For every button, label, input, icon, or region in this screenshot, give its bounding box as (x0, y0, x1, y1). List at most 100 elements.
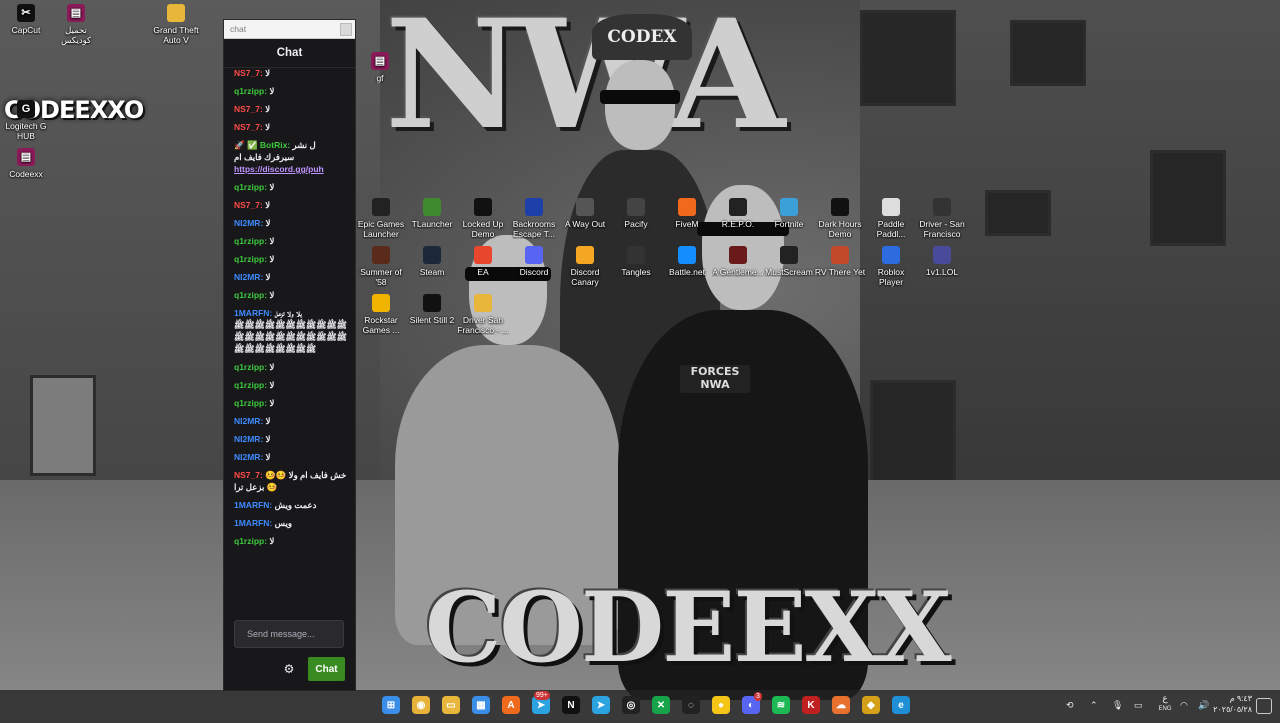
chat-message-text: لا (265, 452, 271, 462)
chrome-icon[interactable]: ◉ (412, 696, 430, 714)
desktop-icon-1v1-lol[interactable]: 1v1.LOL (916, 246, 968, 277)
app-icon-yellow[interactable]: ● (712, 696, 730, 714)
chat-username[interactable]: q1rzipp: (234, 86, 267, 96)
chat-username[interactable]: q1rzipp: (234, 536, 267, 546)
chat-username[interactable]: NI2MR: (234, 452, 263, 462)
chat-send-button[interactable]: Chat (308, 657, 345, 681)
chat-username[interactable]: NS7_7: (234, 122, 263, 132)
telegram-icon-2[interactable]: ➤ (592, 696, 610, 714)
chat-username[interactable]: q1rzipp: (234, 236, 267, 246)
desktop-icon-paddle-paddl[interactable]: Paddle Paddl... (865, 198, 917, 239)
desktop-icon-codex-download[interactable]: ▤ تحميل كوديكس (50, 4, 102, 45)
chat-username[interactable]: 1MARFN: (234, 518, 272, 528)
ms-store-icon-glyph: ▦ (476, 699, 486, 711)
chat-message-text: لا (269, 290, 275, 300)
chat-username[interactable]: q1rzipp: (234, 254, 267, 264)
tray-language[interactable]: ع ENG (1158, 693, 1172, 723)
desktop-icon-gta-v[interactable]: Grand Theft Auto V (150, 4, 202, 45)
chat-username[interactable]: q1rzipp: (234, 380, 267, 390)
desktop-icon-summer-of-58[interactable]: Summer of '58 (355, 246, 407, 287)
tray-wifi-icon[interactable]: ◠ (1180, 690, 1188, 720)
chat-username[interactable]: q1rzipp: (234, 398, 267, 408)
chat-username[interactable]: q1rzipp: (234, 290, 267, 300)
winrar-icon: ▤ (371, 52, 389, 70)
chat-input-box[interactable] (234, 620, 344, 648)
chat-message: NS7_7: لا (224, 118, 355, 136)
desktop-icon-fortnite[interactable]: Fortnite (763, 198, 815, 229)
tray-battery-icon[interactable]: ▭ (1134, 690, 1143, 720)
notification-icon[interactable] (1256, 698, 1272, 714)
chat-username[interactable]: NI2MR: (234, 218, 263, 228)
chat-username[interactable]: 1MARFN: (234, 500, 272, 510)
desktop-icon-a-gentleme[interactable]: A Gentleme... (712, 246, 764, 277)
chat-message-input[interactable] (235, 621, 343, 647)
capcut-icon: ✂ (17, 4, 35, 22)
xbox-icon[interactable]: ✕ (652, 696, 670, 714)
desktop-icon-mustscream[interactable]: MustScream (763, 246, 815, 277)
desktop-icon-a-way-out[interactable]: A Way Out (559, 198, 611, 229)
tray-mic-icon[interactable]: 🎙 (1112, 690, 1123, 720)
desktop-icon-rv-there-yet[interactable]: RV There Yet (814, 246, 866, 277)
chat-message-list[interactable]: NS7_7: لا q1rzipp: لا NS7_7: لا NS7_7: لا 🚀 … (224, 64, 355, 624)
spotify-icon[interactable]: ≋ (772, 696, 790, 714)
capture-icon[interactable]: ◌ (682, 696, 700, 714)
desktop-icon-backrooms-escape-t[interactable]: Backrooms Escape T... (508, 198, 560, 239)
netflix-icon[interactable]: N (562, 696, 580, 714)
desktop-icon-ea[interactable]: EA (457, 246, 509, 277)
desktop-icon-roblox-player[interactable]: Roblox Player (865, 246, 917, 287)
game-icon[interactable]: ◆ (862, 696, 880, 714)
tray-volume-icon[interactable]: 🔊 (1198, 690, 1209, 720)
chat-message: q1rzipp: لا (224, 250, 355, 268)
desktop-icon-silent-still-2[interactable]: Silent Still 2 (406, 294, 458, 325)
file-explorer-icon[interactable]: ▭ (442, 696, 460, 714)
chat-search-bar[interactable]: chat (224, 20, 355, 39)
chat-username[interactable]: NI2MR: (234, 272, 263, 282)
cloud-icon[interactable]: ☁ (832, 696, 850, 714)
desktop-icon-discord[interactable]: Discord (508, 246, 560, 277)
chat-username[interactable]: NI2MR: (234, 434, 263, 444)
fivem-icon[interactable]: A (502, 696, 520, 714)
desktop-icon-driver-san-francisco[interactable]: Driver San Francisco - ... (457, 294, 509, 335)
chat-username[interactable]: NS7_7: (234, 470, 263, 480)
tray-language-sub: ENG (1158, 706, 1172, 712)
chat-username[interactable]: BotRix: (260, 140, 290, 150)
kick-icon[interactable]: K (802, 696, 820, 714)
chat-search-button[interactable] (340, 23, 352, 36)
desktop-icon-dark-hours-demo[interactable]: Dark Hours Demo (814, 198, 866, 239)
chat-username[interactable]: q1rzipp: (234, 362, 267, 372)
wallpaper-window (30, 375, 96, 476)
chat-username[interactable]: NS7_7: (234, 104, 263, 114)
desktop-icon-logitech-ghub[interactable]: G Logitech G HUB (0, 100, 52, 141)
start-icon[interactable]: ⊞ (382, 696, 400, 714)
tray-chevron-icon[interactable]: ⌃ (1090, 690, 1098, 720)
desktop-icon-battle-net[interactable]: Battle.net (661, 246, 713, 277)
desktop-icon-pacify[interactable]: Pacify (610, 198, 662, 229)
chat-message-link[interactable]: https://discord.gg/puh (234, 164, 324, 174)
tray-clock[interactable]: ٩:٤٣ م ٢٠٢٥/٠٥/٢٨ (1212, 693, 1252, 715)
desktop-icon-codeexx[interactable]: ▤ Codeexx (0, 148, 52, 179)
chat-username[interactable]: 1MARFN: (234, 308, 272, 318)
edge-icon[interactable]: e (892, 696, 910, 714)
desktop-icon-gf[interactable]: ▤ gf (354, 52, 406, 83)
desktop-icon-discord-canary[interactable]: Discord Canary (559, 246, 611, 287)
ea-icon (474, 246, 492, 264)
wallpaper-badge: FORCES NWA (680, 365, 750, 393)
obs-icon[interactable]: ◎ (622, 696, 640, 714)
desktop-icon-tangles[interactable]: Tangles (610, 246, 662, 277)
tray-sync-icon[interactable]: ⟲ (1066, 690, 1074, 720)
desktop-icon-epic-games-launcher[interactable]: Epic Games Launcher (355, 198, 407, 239)
chat-username[interactable]: q1rzipp: (234, 182, 267, 192)
desktop-icon-capcut[interactable]: ✂ CapCut (0, 4, 52, 35)
desktop-icon-r-e-p-o[interactable]: R.E.P.O. (712, 198, 764, 229)
desktop-icon-locked-up-demo[interactable]: Locked Up Demo (457, 198, 509, 239)
chat-username[interactable]: NS7_7: (234, 200, 263, 210)
desktop-icon-tlauncher[interactable]: TLauncher (406, 198, 458, 229)
chat-username[interactable]: NS7_7: (234, 68, 263, 78)
desktop-icon-driver-san-francisco[interactable]: Driver - San Francisco (916, 198, 968, 239)
desktop-icon-rockstar-games[interactable]: Rockstar Games ... (355, 294, 407, 335)
chat-username[interactable]: NI2MR: (234, 416, 263, 426)
gear-icon[interactable]: ⚙ (282, 662, 296, 676)
desktop-icon-fivem[interactable]: FiveM (661, 198, 713, 229)
desktop-icon-steam[interactable]: Steam (406, 246, 458, 277)
ms-store-icon[interactable]: ▦ (472, 696, 490, 714)
